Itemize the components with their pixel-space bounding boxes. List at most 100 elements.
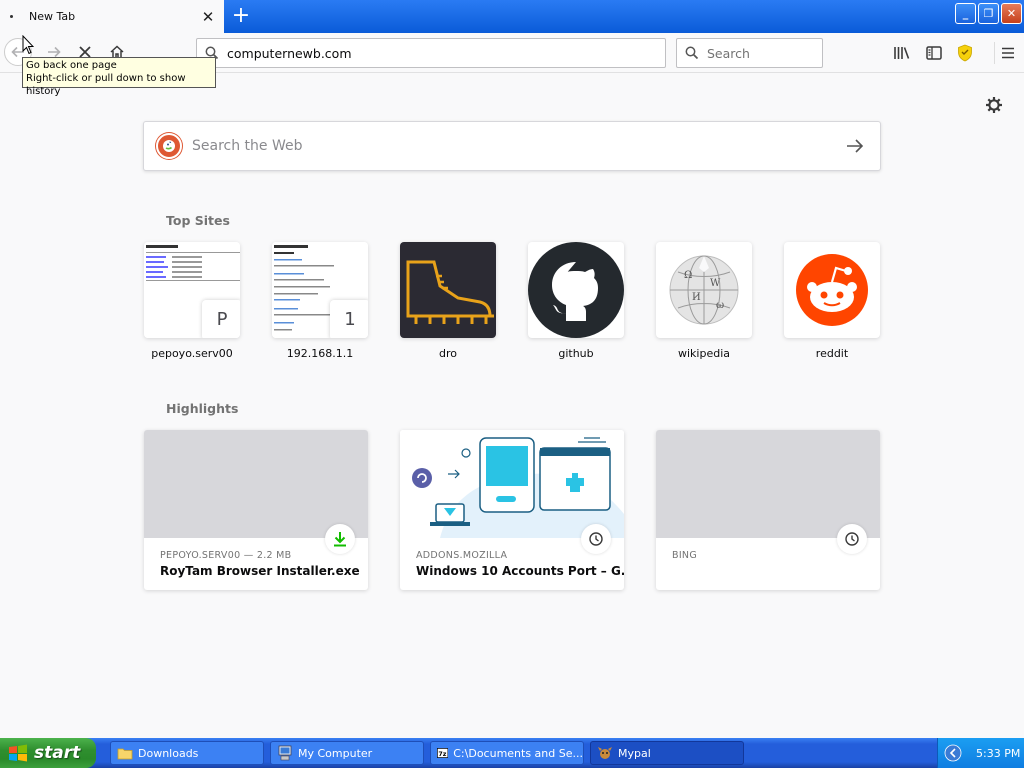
mouse-cursor-icon — [22, 35, 34, 55]
highlight-title: Windows 10 Accounts Port – G... — [416, 564, 624, 578]
shield-icon — [958, 44, 972, 62]
duckduckgo-icon — [156, 133, 182, 159]
highlight-image — [400, 430, 624, 538]
svg-text:ω: ω — [716, 300, 724, 311]
taskbar-item-mypal[interactable]: Mypal — [590, 741, 744, 765]
title-bar: New Tab ✕ + _ ❐ ✕ — [0, 0, 1024, 33]
site-label: dro — [439, 347, 457, 360]
library-button[interactable] — [891, 42, 913, 64]
highlights-heading: Highlights — [166, 401, 239, 416]
url-bar[interactable]: computernewb.com — [196, 38, 666, 68]
volume-icon[interactable] — [944, 744, 962, 762]
sidebar-button[interactable] — [923, 42, 945, 64]
download-badge — [325, 524, 355, 554]
top-site-reddit[interactable]: reddit — [784, 242, 880, 360]
close-window-button[interactable]: ✕ — [1001, 3, 1022, 24]
highlight-card-addons[interactable]: ADDONS.MOZILLA Windows 10 Accounts Port … — [400, 430, 624, 590]
highlight-source: BING — [672, 550, 697, 561]
boot-icon — [406, 260, 494, 324]
windows-logo-icon — [9, 744, 27, 762]
site-label: pepoyo.serv00 — [151, 347, 233, 360]
site-thumbnail[interactable] — [528, 242, 624, 338]
taskbar-item-7zip[interactable]: 7z C:\Documents and Se... — [430, 741, 584, 765]
tooltip-line-1: Go back one page — [26, 60, 117, 71]
search-bar[interactable]: Search — [676, 38, 823, 68]
search-icon — [685, 46, 699, 60]
mypal-icon — [598, 747, 612, 759]
7zip-icon: 7z — [437, 748, 449, 758]
site-thumbnail[interactable]: P — [144, 242, 240, 338]
taskbar-item-label: C:\Documents and Se... — [453, 746, 583, 760]
taskbar-item-my-computer[interactable]: My Computer — [270, 741, 424, 765]
top-site-dro[interactable]: dro — [400, 242, 496, 360]
site-label: 192.168.1.1 — [286, 347, 354, 360]
restore-button[interactable]: ❐ — [978, 3, 999, 24]
svg-text:W: W — [710, 278, 721, 289]
site-thumbnail[interactable] — [784, 242, 880, 338]
highlight-source: ADDONS.MOZILLA — [416, 550, 508, 561]
site-label: github — [558, 347, 594, 360]
taskbar-item-label: Downloads — [138, 746, 199, 760]
highlight-image-placeholder — [656, 430, 880, 538]
github-octocat-icon — [528, 242, 624, 338]
new-tab-button[interactable]: + — [228, 4, 254, 29]
highlight-card-bing[interactable]: BING — [656, 430, 880, 590]
highlight-card-download[interactable]: PEPOYO.SERV00 — 2.2 MB RoyTam Browser In… — [144, 430, 368, 590]
svg-text:Ω: Ω — [684, 270, 692, 281]
top-site-router[interactable]: 1 192.168.1.1 — [272, 242, 368, 360]
library-icon — [894, 47, 910, 59]
search-placeholder: Search — [707, 45, 750, 61]
reddit-snoo-icon — [796, 254, 868, 326]
clock-icon — [589, 532, 603, 546]
highlight-title: RoyTam Browser Installer.exe — [160, 564, 360, 578]
taskbar-clock[interactable]: 5:33 PM — [976, 747, 1020, 760]
wikipedia-globe-icon: Ω WИω — [669, 255, 739, 325]
windows-taskbar: start Downloads My Computer 7z C:\Docume… — [0, 738, 1024, 768]
web-search-box[interactable]: Search the Web — [143, 121, 881, 171]
start-button[interactable]: start — [0, 738, 96, 768]
hamburger-menu-icon — [1001, 47, 1014, 59]
top-site-pepoyo[interactable]: P pepoyo.serv00 — [144, 242, 240, 360]
history-badge — [837, 524, 867, 554]
arrow-right-icon[interactable] — [846, 138, 864, 154]
tooltip-line-2: Right-click or pull down to show history — [26, 73, 186, 97]
menu-button[interactable] — [994, 42, 1016, 64]
system-tray: 5:33 PM — [937, 738, 1024, 768]
minimize-button[interactable]: _ — [955, 3, 976, 24]
url-text: computernewb.com — [227, 45, 352, 61]
site-thumbnail[interactable] — [400, 242, 496, 338]
history-badge — [581, 524, 611, 554]
site-label: wikipedia — [677, 347, 730, 360]
site-thumbnail[interactable]: 1 — [272, 242, 368, 338]
tab-title: New Tab — [29, 10, 76, 23]
web-search-placeholder: Search the Web — [192, 138, 303, 154]
site-letter-badge: 1 — [330, 300, 368, 338]
tab-new-tab[interactable]: New Tab ✕ — [0, 0, 224, 33]
folder-icon — [117, 748, 133, 760]
highlight-source: PEPOYO.SERV00 — 2.2 MB — [160, 550, 292, 561]
taskbar-item-downloads[interactable]: Downloads — [110, 741, 264, 765]
addons-illustration — [412, 437, 624, 538]
top-site-wikipedia[interactable]: Ω WИω wikipedia — [656, 242, 752, 360]
ublock-button[interactable] — [954, 42, 976, 64]
customize-button[interactable] — [984, 95, 1004, 115]
highlight-image-placeholder — [144, 430, 368, 538]
site-thumbnail[interactable]: Ω WИω — [656, 242, 752, 338]
site-label: reddit — [815, 347, 849, 360]
clock-icon — [845, 532, 859, 546]
sidebar-icon — [926, 46, 942, 60]
download-icon — [334, 532, 346, 547]
tab-loading-indicator — [10, 15, 13, 18]
svg-text:7z: 7z — [438, 751, 446, 758]
start-label: start — [34, 743, 81, 763]
top-sites-heading: Top Sites — [166, 213, 230, 228]
top-site-github[interactable]: github — [528, 242, 624, 360]
tab-close-button[interactable]: ✕ — [198, 7, 218, 27]
computer-icon — [278, 745, 292, 761]
gear-icon — [986, 97, 1002, 113]
taskbar-item-label: My Computer — [298, 746, 373, 760]
site-letter-badge: P — [202, 300, 240, 338]
taskbar-item-label: Mypal — [618, 746, 651, 760]
svg-text:И: И — [692, 292, 701, 303]
back-button-tooltip: Go back one page Right-click or pull dow… — [22, 57, 216, 97]
